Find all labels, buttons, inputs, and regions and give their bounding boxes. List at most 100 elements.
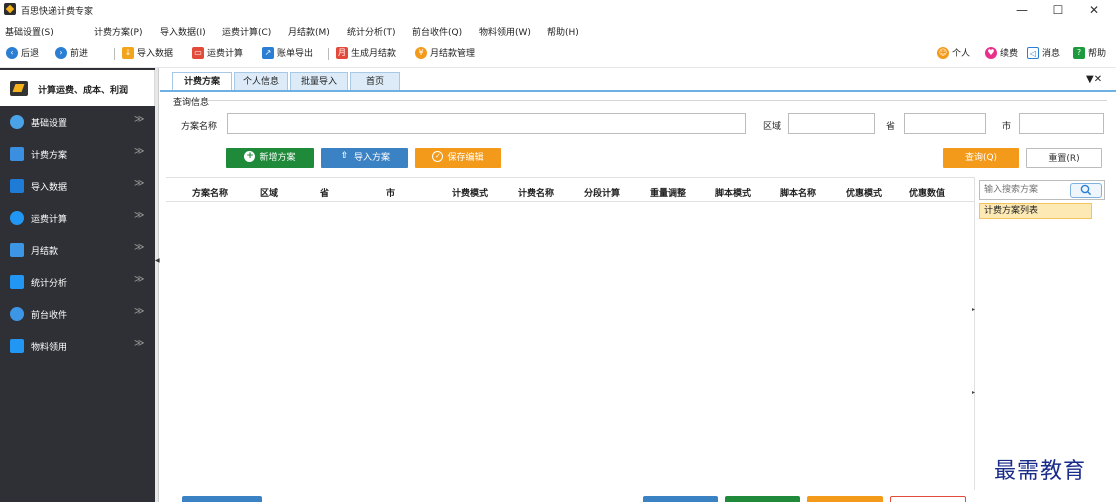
province-input[interactable] xyxy=(904,113,986,134)
col-discount-mode[interactable]: 优惠模式 xyxy=(846,186,882,199)
sidebar-item-label: 统计分析 xyxy=(31,279,68,289)
chevron-down-icon: ≫ xyxy=(134,210,145,221)
expand-right-icon[interactable]: ▸ xyxy=(972,306,975,313)
collapse-arrow-icon[interactable]: ◀ xyxy=(155,257,160,264)
chart-icon xyxy=(10,275,24,289)
expand-right-icon[interactable]: ▸ xyxy=(972,389,975,396)
sidebar-item-front-desk[interactable]: 前台收件 ≫ xyxy=(0,298,155,330)
plan-search-input[interactable] xyxy=(980,181,1064,199)
col-billing-name[interactable]: 计费名称 xyxy=(518,186,554,199)
col-billing-mode[interactable]: 计费模式 xyxy=(452,186,488,199)
minimize-button[interactable]: — xyxy=(1004,0,1040,20)
col-script-mode[interactable]: 脚本模式 xyxy=(715,186,751,199)
gear-icon xyxy=(10,115,24,129)
plan-list-header[interactable]: 计费方案列表 xyxy=(979,203,1092,219)
col-plan-name[interactable]: 方案名称 xyxy=(192,186,228,199)
search-button[interactable]: 查询(Q) xyxy=(943,148,1019,168)
search-icon-button[interactable] xyxy=(1070,183,1102,198)
new-plan-button[interactable]: + 新增方案 xyxy=(226,148,314,168)
monthly-management-button[interactable]: ¥ 月结款管理 xyxy=(415,46,475,61)
tab-batch-import[interactable]: 批量导入 xyxy=(290,72,348,90)
region-input[interactable] xyxy=(788,113,875,134)
sidebar-item-label: 基础设置 xyxy=(31,119,68,129)
col-region[interactable]: 区域 xyxy=(260,186,278,199)
city-input[interactable] xyxy=(1019,113,1104,134)
panel-splitter[interactable] xyxy=(974,177,975,490)
back-label: 后退 xyxy=(21,49,40,59)
chevron-down-icon: ≫ xyxy=(134,242,145,253)
upload-icon: ⇧ xyxy=(340,151,349,161)
back-arrow-icon: ‹ xyxy=(6,46,18,59)
back-button[interactable]: ‹ 后退 xyxy=(6,46,40,61)
table-header: 方案名称 区域 省 市 计费模式 计费名称 分段计算 重量调整 脚本模式 脚本名… xyxy=(166,177,974,202)
forward-label: 前进 xyxy=(70,49,89,59)
freight-calc-button[interactable]: ▭ 运费计算 xyxy=(192,46,243,61)
messages-button[interactable]: ◁ 消息 xyxy=(1027,46,1060,61)
city-label: 市 xyxy=(1002,122,1012,132)
generate-monthly-button[interactable]: 月生成月结款 xyxy=(336,46,397,61)
bottom-button[interactable] xyxy=(643,496,718,502)
sidebar-splitter[interactable] xyxy=(155,68,159,502)
col-province[interactable]: 省 xyxy=(320,186,329,199)
import-data-button[interactable]: ↓ 导入数据 xyxy=(122,46,173,61)
menu-monthly-settlement[interactable]: 月结款(M) xyxy=(288,25,330,38)
sidebar-item-statistics[interactable]: 统计分析 ≫ xyxy=(0,266,155,298)
tab-menu-close-icon[interactable]: ▼✕ xyxy=(1086,74,1102,85)
tab-home[interactable]: 首页 xyxy=(350,72,400,90)
toolbar: ‹ 后退 › 前进 ↓ 导入数据 ▭ 运费计算 ↗ 账单导出 月生成月结款 ¥ 月结款管理 … xyxy=(0,40,1116,68)
sidebar-item-label: 月结款 xyxy=(31,247,59,257)
sidebar-item-billing-plan[interactable]: 计费方案 ≫ xyxy=(0,138,155,170)
bill-export-button[interactable]: ↗ 账单导出 xyxy=(262,46,313,61)
import-plan-button[interactable]: ⇧ 导入方案 xyxy=(321,148,408,168)
bottom-button[interactable] xyxy=(725,496,800,502)
col-segment-calc[interactable]: 分段计算 xyxy=(584,186,620,199)
watermark: 最需教育 xyxy=(994,459,1087,484)
region-label: 区域 xyxy=(763,122,782,132)
tab-personal-info[interactable]: 个人信息 xyxy=(234,72,288,90)
plan-icon xyxy=(10,147,24,161)
sidebar-item-freight-calc[interactable]: 运费计算 ≫ xyxy=(0,202,155,234)
sidebar-title: 计算运费、成本、利润 xyxy=(38,86,129,96)
menu-front-desk[interactable]: 前台收件(Q) xyxy=(412,25,462,38)
user-icon: ☺ xyxy=(937,46,949,59)
query-section-title: 查询信息 xyxy=(173,98,210,108)
toolbar-divider xyxy=(328,48,329,60)
close-button[interactable]: ✕ xyxy=(1076,0,1112,20)
menu-help[interactable]: 帮助(H) xyxy=(547,25,579,38)
menu-materials[interactable]: 物料领用(W) xyxy=(479,25,531,38)
plan-name-input[interactable] xyxy=(227,113,746,134)
sidebar-item-basic-settings[interactable]: 基础设置 ≫ xyxy=(0,106,155,138)
menu-basic-settings[interactable]: 基础设置(S) xyxy=(5,25,54,38)
col-script-name[interactable]: 脚本名称 xyxy=(780,186,816,199)
plus-icon: + xyxy=(244,151,256,162)
save-edit-button[interactable]: ✓ 保存编辑 xyxy=(415,148,501,168)
col-discount-value[interactable]: 优惠数值 xyxy=(909,186,945,199)
reset-button[interactable]: 重置(R) xyxy=(1026,148,1102,168)
calculator-icon: ▭ xyxy=(192,46,204,59)
bottom-button[interactable] xyxy=(182,496,262,502)
col-weight-adjust[interactable]: 重量调整 xyxy=(650,186,686,199)
sidebar-item-import-data[interactable]: 导入数据 ≫ xyxy=(0,170,155,202)
bottom-button[interactable] xyxy=(807,496,883,502)
tab-billing-plan[interactable]: 计费方案 xyxy=(172,72,232,90)
bottom-button[interactable] xyxy=(890,496,966,502)
personal-button[interactable]: ☺ 个人 xyxy=(937,46,970,61)
col-city[interactable]: 市 xyxy=(386,186,395,199)
gen-monthly-label: 生成月结款 xyxy=(351,49,397,59)
menu-import-data[interactable]: 导入数据(I) xyxy=(160,25,206,38)
speaker-icon: ◁ xyxy=(1027,46,1039,59)
menu-freight-calc[interactable]: 运费计算(C) xyxy=(222,25,271,38)
renew-button[interactable]: ♥ 续费 xyxy=(985,46,1018,61)
help-icon: ? xyxy=(1073,46,1085,59)
maximize-button[interactable]: ☐ xyxy=(1040,0,1076,20)
menu-statistics[interactable]: 统计分析(T) xyxy=(347,25,396,38)
brand-logo-icon xyxy=(10,81,28,96)
menu-billing-plan[interactable]: 计费方案(P) xyxy=(94,25,142,38)
help-button[interactable]: ? 帮助 xyxy=(1073,46,1106,61)
forward-button[interactable]: › 前进 xyxy=(55,46,89,61)
app-logo-icon xyxy=(4,3,16,15)
sidebar-item-monthly[interactable]: 月结款 ≫ xyxy=(0,234,155,266)
table-body[interactable] xyxy=(166,203,974,490)
excel-icon xyxy=(10,179,24,193)
sidebar-item-materials[interactable]: 物料领用 ≫ xyxy=(0,330,155,362)
